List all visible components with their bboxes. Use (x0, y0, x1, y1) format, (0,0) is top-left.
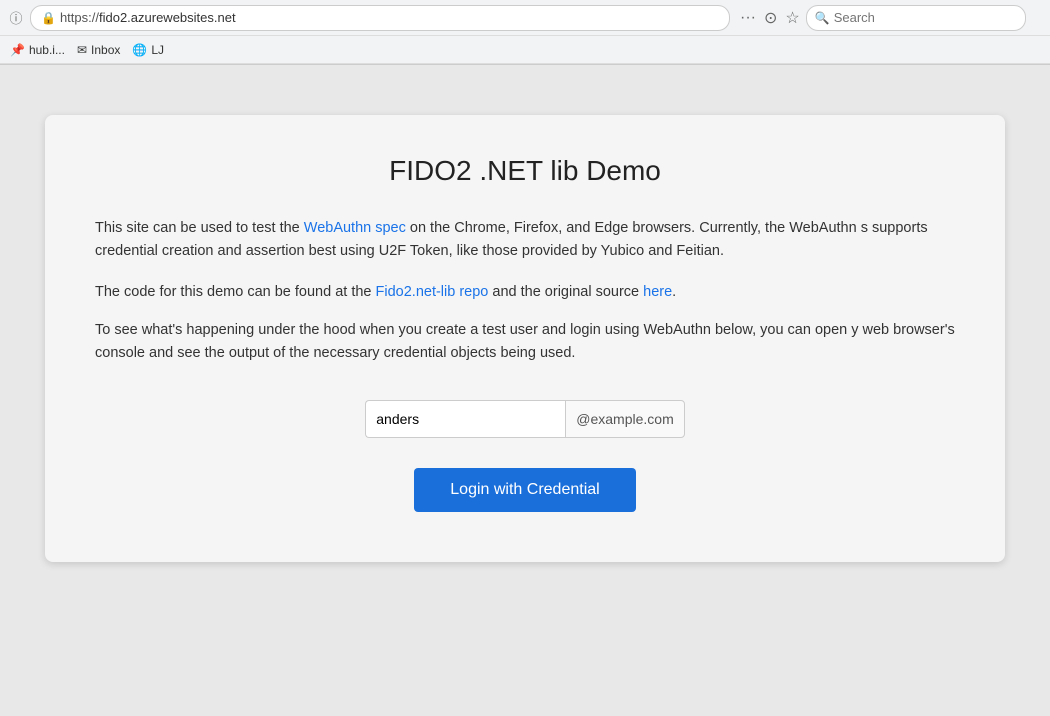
email-suffix: @example.com (565, 400, 684, 438)
username-input[interactable] (365, 400, 565, 438)
bookmark-hub-label: hub.i... (29, 43, 65, 57)
bookmark-hub-icon: 📌 (10, 43, 25, 57)
login-button[interactable]: Login with Credential (414, 468, 635, 512)
lock-icon: 🔒 (41, 11, 56, 25)
webauthn-spec-link[interactable]: WebAuthn spec (304, 220, 406, 236)
bookmark-inbox[interactable]: ✉ Inbox (77, 43, 120, 57)
demo-card: FIDO2 .NET lib Demo This site can be use… (45, 115, 1005, 562)
input-row: @example.com (95, 400, 955, 438)
bookmark-lj-icon: 🌐 (132, 43, 147, 57)
bookmark-inbox-icon: ✉ (77, 43, 87, 57)
bookmarks-bar: 📌 hub.i... ✉ Inbox 🌐 LJ (0, 36, 1050, 64)
paragraph-2: The code for this demo can be found at t… (95, 281, 955, 304)
button-row: Login with Credential (95, 468, 955, 512)
bookmark-inbox-label: Inbox (91, 43, 120, 57)
bookmark-hub[interactable]: 📌 hub.i... (10, 43, 65, 57)
fido2-repo-link[interactable]: Fido2.net-lib repo (376, 284, 489, 300)
bookmark-star-icon[interactable]: ☆ (785, 8, 799, 28)
search-input[interactable] (834, 10, 1014, 25)
here-link[interactable]: here (643, 284, 672, 300)
url-host: fido2.azurewebsites.net (99, 10, 236, 25)
url-text: https://fido2.azurewebsites.net (60, 10, 236, 25)
info-icon[interactable]: ⓘ (8, 10, 24, 26)
bookmark-lj[interactable]: 🌐 LJ (132, 43, 164, 57)
url-protocol: https:// (60, 10, 99, 25)
search-bar[interactable]: 🔍 (806, 5, 1026, 31)
address-bar[interactable]: 🔒 https://fido2.azurewebsites.net (30, 5, 730, 31)
browser-icons: ··· ⊙ ☆ (740, 8, 800, 28)
address-bar-row: ⓘ 🔒 https://fido2.azurewebsites.net ··· … (0, 0, 1050, 36)
para2-text-end: . (672, 284, 676, 300)
paragraph-3: To see what's happening under the hood w… (95, 319, 955, 365)
address-bar-left: ⓘ (8, 10, 24, 26)
para2-text-before: The code for this demo can be found at t… (95, 284, 376, 300)
paragraph-1: This site can be used to test the WebAut… (95, 217, 955, 263)
para1-text-before: This site can be used to test the (95, 220, 304, 236)
reader-icon[interactable]: ⊙ (764, 8, 777, 28)
page-title: FIDO2 .NET lib Demo (95, 155, 955, 187)
browser-chrome: ⓘ 🔒 https://fido2.azurewebsites.net ··· … (0, 0, 1050, 65)
search-icon: 🔍 (815, 11, 830, 25)
page-content: FIDO2 .NET lib Demo This site can be use… (0, 65, 1050, 716)
bookmark-lj-label: LJ (151, 43, 164, 57)
menu-dots-icon[interactable]: ··· (740, 9, 756, 27)
para2-text-middle: and the original source (488, 284, 643, 300)
